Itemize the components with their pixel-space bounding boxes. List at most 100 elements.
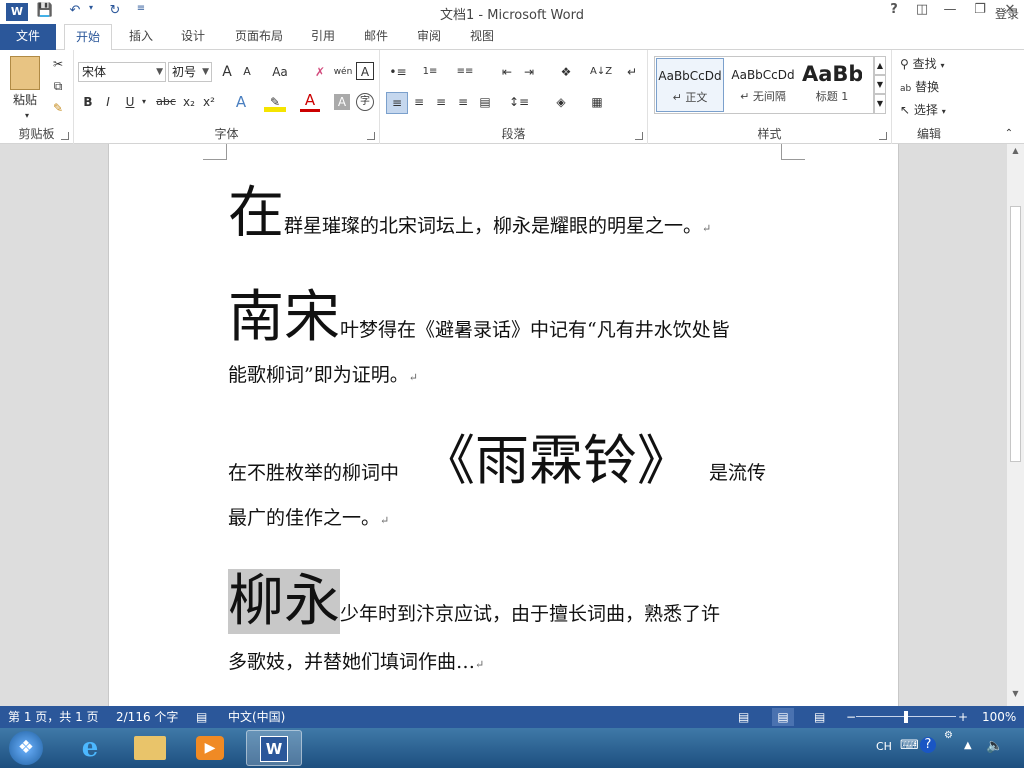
scroll-up-icon[interactable]: ▲ bbox=[1009, 146, 1022, 160]
line-spacing-icon[interactable]: ↕≡ bbox=[506, 92, 532, 112]
bullets-icon[interactable]: •≡ bbox=[386, 62, 410, 82]
zoom-out-icon[interactable]: − bbox=[846, 706, 856, 728]
style-heading-1[interactable]: AaBb 标题 1 bbox=[802, 58, 862, 112]
replace-button[interactable]: ab 替换 bbox=[900, 77, 964, 97]
character-shading-button[interactable]: A bbox=[334, 94, 350, 110]
style-normal[interactable]: AaBbCcDd ↵ 正文 bbox=[656, 58, 724, 112]
language-indicator[interactable]: 中文(中国) bbox=[228, 706, 285, 728]
highlight-icon[interactable]: ✎ bbox=[264, 92, 286, 112]
font-launcher-icon[interactable] bbox=[367, 132, 375, 140]
help-icon[interactable]: ? bbox=[920, 737, 936, 753]
minimize-icon[interactable]: — bbox=[936, 2, 964, 22]
cut-icon[interactable]: ✂ bbox=[48, 54, 68, 74]
change-case-button[interactable]: Aa bbox=[266, 62, 294, 82]
paste-dropdown-icon[interactable]: ▾ bbox=[22, 106, 32, 126]
tab-review[interactable]: 审阅 bbox=[408, 24, 450, 50]
web-layout-icon[interactable]: ▤ bbox=[814, 706, 825, 728]
phonetic-guide-button[interactable]: wén bbox=[332, 62, 354, 82]
subscript-button[interactable]: x₂ bbox=[180, 92, 198, 112]
numbering-icon[interactable]: 1≡ bbox=[418, 62, 442, 82]
media-player-icon[interactable]: ▶ bbox=[184, 730, 236, 766]
paragraph-4-line-2[interactable]: 多歌妓，并替她们填词作曲…↵ bbox=[228, 647, 484, 674]
shading-icon[interactable]: ◈ bbox=[548, 92, 574, 112]
paragraph-3-line-2[interactable]: 最广的佳作之一。↵ bbox=[228, 503, 389, 530]
page-count[interactable]: 第 1 页，共 1 页 bbox=[8, 706, 99, 728]
help-icon[interactable]: ? bbox=[880, 2, 908, 22]
underline-dropdown-icon[interactable]: ▾ bbox=[140, 92, 148, 112]
read-mode-icon[interactable]: ▤ bbox=[738, 706, 749, 728]
start-button[interactable]: ❖ bbox=[2, 730, 50, 766]
collapse-ribbon-icon[interactable]: ⌃ bbox=[1000, 124, 1018, 144]
internet-explorer-icon[interactable]: e bbox=[64, 730, 116, 766]
select-button[interactable]: ↖ 选择 ▾ bbox=[900, 100, 964, 120]
styles-more-icon[interactable]: ▼ bbox=[874, 94, 886, 114]
text-effects-button[interactable]: A bbox=[230, 92, 252, 112]
tab-references[interactable]: 引用 bbox=[302, 24, 344, 50]
tab-insert[interactable]: 插入 bbox=[120, 24, 162, 50]
volume-icon[interactable]: 🔈 bbox=[986, 738, 1003, 754]
character-border-button[interactable]: A bbox=[356, 62, 374, 80]
ime-options-icon[interactable]: ⚙ bbox=[944, 730, 953, 741]
paragraph-launcher-icon[interactable] bbox=[635, 132, 643, 140]
print-layout-icon[interactable]: ▤ bbox=[772, 708, 794, 726]
decrease-indent-icon[interactable]: ⇤ bbox=[496, 62, 518, 82]
font-size-select[interactable]: 初号 ▼ bbox=[168, 62, 212, 82]
font-name-select[interactable]: 宋体 ▼ bbox=[78, 62, 166, 82]
paragraph-3[interactable]: 在不胜枚举的柳词中 《雨霖铃》 是流传 bbox=[228, 416, 766, 495]
proofing-icon[interactable]: ▤ bbox=[196, 706, 207, 728]
increase-indent-icon[interactable]: ⇥ bbox=[518, 62, 540, 82]
tab-mailings[interactable]: 邮件 bbox=[355, 24, 397, 50]
tab-file[interactable]: 文件 bbox=[0, 24, 56, 50]
tab-view[interactable]: 视图 bbox=[461, 24, 503, 50]
grow-font-button[interactable]: A bbox=[218, 62, 236, 82]
zoom-in-icon[interactable]: + bbox=[958, 706, 968, 728]
style-no-spacing[interactable]: AaBbCcDd ↵ 无间隔 bbox=[728, 58, 798, 112]
enclose-characters-button[interactable]: 字 bbox=[356, 93, 374, 111]
paragraph-1[interactable]: 在群星璀璨的北宋词坛上，柳永是耀眼的明星之一。↵ bbox=[228, 168, 711, 249]
vertical-scrollbar[interactable]: ▲ ▼ bbox=[1006, 144, 1024, 706]
tab-home[interactable]: 开始 bbox=[64, 24, 112, 51]
sign-in-link[interactable]: 登录 bbox=[990, 2, 1024, 28]
keyboard-icon[interactable]: ⌨ bbox=[900, 738, 919, 753]
ime-indicator[interactable]: CH bbox=[876, 740, 892, 753]
paragraph-4[interactable]: 柳永少年时到汴京应试，由于擅长词曲，熟悉了许 bbox=[228, 556, 720, 637]
align-left-icon[interactable]: ≡ bbox=[386, 92, 408, 114]
format-painter-icon[interactable]: ✎ bbox=[48, 98, 68, 118]
styles-scroll-up-icon[interactable]: ▲ bbox=[874, 56, 886, 75]
clear-formatting-icon[interactable]: ✗ bbox=[310, 62, 330, 82]
sort-icon[interactable]: A↓Z bbox=[590, 62, 612, 82]
align-center-icon[interactable]: ≡ bbox=[408, 92, 430, 112]
word-taskbar-button[interactable]: W bbox=[246, 730, 302, 766]
font-color-button[interactable]: A bbox=[300, 92, 320, 112]
paragraph-2-line-2[interactable]: 能歌柳词”即为证明。↵ bbox=[228, 360, 418, 387]
underline-button[interactable]: U bbox=[122, 92, 138, 112]
borders-icon[interactable]: ▦ bbox=[584, 92, 610, 112]
styles-launcher-icon[interactable] bbox=[879, 132, 887, 140]
shrink-font-button[interactable]: A bbox=[238, 62, 256, 82]
clipboard-launcher-icon[interactable] bbox=[61, 132, 69, 140]
paste-icon[interactable] bbox=[10, 56, 40, 90]
justify-icon[interactable]: ≡ bbox=[452, 92, 474, 112]
styles-scroll-down-icon[interactable]: ▼ bbox=[874, 75, 886, 94]
word-count[interactable]: 2/116 个字 bbox=[116, 706, 178, 728]
superscript-button[interactable]: x² bbox=[200, 92, 218, 112]
zoom-level[interactable]: 100% bbox=[982, 706, 1016, 728]
copy-icon[interactable]: ⧉ bbox=[48, 76, 68, 96]
italic-button[interactable]: I bbox=[100, 92, 116, 112]
paragraph-2[interactable]: 南宋叶梦得在《避暑录话》中记有“凡有井水饮处皆 bbox=[228, 272, 730, 353]
tab-page-layout[interactable]: 页面布局 bbox=[226, 24, 292, 50]
multilevel-list-icon[interactable]: ≡≡ bbox=[452, 62, 478, 82]
show-hidden-icons-icon[interactable]: ▲ bbox=[964, 740, 972, 751]
align-right-icon[interactable]: ≡ bbox=[430, 92, 452, 112]
zoom-slider-thumb[interactable] bbox=[904, 711, 908, 723]
chinese-layout-icon[interactable]: ❖ bbox=[552, 62, 580, 82]
scroll-thumb[interactable] bbox=[1010, 206, 1021, 462]
tab-design[interactable]: 设计 bbox=[172, 24, 214, 50]
bold-button[interactable]: B bbox=[80, 92, 96, 112]
distributed-icon[interactable]: ▤ bbox=[474, 92, 496, 112]
find-button[interactable]: ⚲ 查找 ▾ bbox=[900, 54, 964, 74]
scroll-down-icon[interactable]: ▼ bbox=[1009, 689, 1022, 703]
ribbon-display-options-icon[interactable]: ◫ bbox=[908, 2, 936, 22]
show-marks-icon[interactable]: ↵ bbox=[622, 62, 642, 82]
file-explorer-icon[interactable] bbox=[124, 730, 176, 766]
